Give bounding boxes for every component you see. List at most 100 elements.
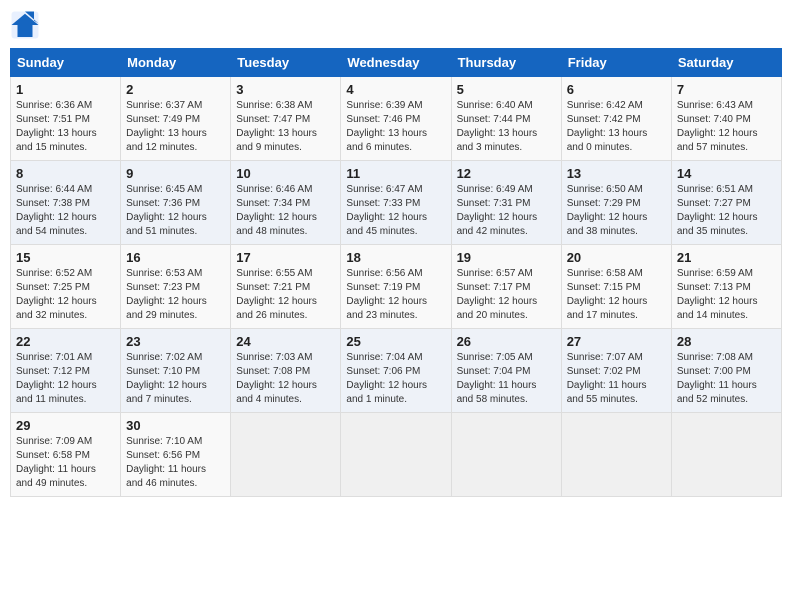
col-header-thursday: Thursday <box>451 49 561 77</box>
day-info: Sunrise: 6:45 AM Sunset: 7:36 PM Dayligh… <box>126 183 225 239</box>
day-number: 30 <box>126 418 225 433</box>
calendar-cell: 25 Sunrise: 7:04 AM Sunset: 7:06 PM Dayli… <box>341 329 451 413</box>
day-number: 14 <box>677 166 776 181</box>
calendar-cell: 5 Sunrise: 6:40 AM Sunset: 7:44 PM Daylig… <box>451 77 561 161</box>
day-number: 19 <box>457 250 556 265</box>
day-info: Sunrise: 6:37 AM Sunset: 7:49 PM Dayligh… <box>126 99 225 155</box>
calendar-cell: 17 Sunrise: 6:55 AM Sunset: 7:21 PM Dayli… <box>231 245 341 329</box>
calendar-cell: 18 Sunrise: 6:56 AM Sunset: 7:19 PM Dayli… <box>341 245 451 329</box>
day-number: 16 <box>126 250 225 265</box>
calendar-cell: 28 Sunrise: 7:08 AM Sunset: 7:00 PM Dayli… <box>671 329 781 413</box>
day-info: Sunrise: 7:02 AM Sunset: 7:10 PM Dayligh… <box>126 351 225 407</box>
day-number: 18 <box>346 250 445 265</box>
day-number: 1 <box>16 82 115 97</box>
day-number: 28 <box>677 334 776 349</box>
day-number: 12 <box>457 166 556 181</box>
calendar-cell: 22Sunrise: 7:01 AM Sunset: 7:12 PM Dayli… <box>11 329 121 413</box>
calendar-cell: 20 Sunrise: 6:58 AM Sunset: 7:15 PM Dayli… <box>561 245 671 329</box>
page-header <box>10 10 782 40</box>
calendar-cell: 24 Sunrise: 7:03 AM Sunset: 7:08 PM Dayli… <box>231 329 341 413</box>
calendar-cell: 8Sunrise: 6:44 AM Sunset: 7:38 PM Daylig… <box>11 161 121 245</box>
day-number: 17 <box>236 250 335 265</box>
day-info: Sunrise: 6:40 AM Sunset: 7:44 PM Dayligh… <box>457 99 556 155</box>
day-info: Sunrise: 6:36 AM Sunset: 7:51 PM Dayligh… <box>16 99 115 155</box>
day-info: Sunrise: 7:05 AM Sunset: 7:04 PM Dayligh… <box>457 351 556 407</box>
header-row: SundayMondayTuesdayWednesdayThursdayFrid… <box>11 49 782 77</box>
day-number: 5 <box>457 82 556 97</box>
calendar-cell: 10 Sunrise: 6:46 AM Sunset: 7:34 PM Dayli… <box>231 161 341 245</box>
day-number: 26 <box>457 334 556 349</box>
day-number: 10 <box>236 166 335 181</box>
calendar-cell <box>561 413 671 497</box>
calendar-cell <box>671 413 781 497</box>
calendar-cell <box>451 413 561 497</box>
day-number: 13 <box>567 166 666 181</box>
day-info: Sunrise: 6:49 AM Sunset: 7:31 PM Dayligh… <box>457 183 556 239</box>
day-info: Sunrise: 7:03 AM Sunset: 7:08 PM Dayligh… <box>236 351 335 407</box>
col-header-wednesday: Wednesday <box>341 49 451 77</box>
calendar-cell: 21Sunrise: 6:59 AM Sunset: 7:13 PM Dayli… <box>671 245 781 329</box>
calendar-cell: 19 Sunrise: 6:57 AM Sunset: 7:17 PM Dayli… <box>451 245 561 329</box>
calendar-cell: 9 Sunrise: 6:45 AM Sunset: 7:36 PM Daylig… <box>121 161 231 245</box>
calendar-cell: 26 Sunrise: 7:05 AM Sunset: 7:04 PM Dayli… <box>451 329 561 413</box>
day-info: Sunrise: 6:58 AM Sunset: 7:15 PM Dayligh… <box>567 267 666 323</box>
calendar-cell: 27 Sunrise: 7:07 AM Sunset: 7:02 PM Dayli… <box>561 329 671 413</box>
week-row-3: 15 Sunrise: 6:52 AM Sunset: 7:25 PM Dayli… <box>11 245 782 329</box>
calendar-cell: 2 Sunrise: 6:37 AM Sunset: 7:49 PM Daylig… <box>121 77 231 161</box>
day-info: Sunrise: 6:46 AM Sunset: 7:34 PM Dayligh… <box>236 183 335 239</box>
day-info: Sunrise: 7:07 AM Sunset: 7:02 PM Dayligh… <box>567 351 666 407</box>
day-info: Sunrise: 6:51 AM Sunset: 7:27 PM Dayligh… <box>677 183 776 239</box>
calendar-cell: 30Sunrise: 7:10 AM Sunset: 6:56 PM Dayli… <box>121 413 231 497</box>
day-info: Sunrise: 7:04 AM Sunset: 7:06 PM Dayligh… <box>346 351 445 407</box>
day-number: 8 <box>16 166 115 181</box>
day-info: Sunrise: 6:47 AM Sunset: 7:33 PM Dayligh… <box>346 183 445 239</box>
week-row-4: 22Sunrise: 7:01 AM Sunset: 7:12 PM Dayli… <box>11 329 782 413</box>
day-number: 24 <box>236 334 335 349</box>
calendar-cell: 12 Sunrise: 6:49 AM Sunset: 7:31 PM Dayli… <box>451 161 561 245</box>
calendar-cell: 13 Sunrise: 6:50 AM Sunset: 7:29 PM Dayli… <box>561 161 671 245</box>
day-info: Sunrise: 6:38 AM Sunset: 7:47 PM Dayligh… <box>236 99 335 155</box>
col-header-tuesday: Tuesday <box>231 49 341 77</box>
logo-icon <box>10 10 40 40</box>
calendar-cell: 4Sunrise: 6:39 AM Sunset: 7:46 PM Daylig… <box>341 77 451 161</box>
day-info: Sunrise: 6:55 AM Sunset: 7:21 PM Dayligh… <box>236 267 335 323</box>
calendar-cell: 14 Sunrise: 6:51 AM Sunset: 7:27 PM Dayli… <box>671 161 781 245</box>
day-number: 22 <box>16 334 115 349</box>
day-info: Sunrise: 6:59 AM Sunset: 7:13 PM Dayligh… <box>677 267 776 323</box>
day-info: Sunrise: 6:42 AM Sunset: 7:42 PM Dayligh… <box>567 99 666 155</box>
day-number: 25 <box>346 334 445 349</box>
calendar-cell: 23 Sunrise: 7:02 AM Sunset: 7:10 PM Dayli… <box>121 329 231 413</box>
week-row-5: 29 Sunrise: 7:09 AM Sunset: 6:58 PM Dayli… <box>11 413 782 497</box>
week-row-2: 8Sunrise: 6:44 AM Sunset: 7:38 PM Daylig… <box>11 161 782 245</box>
col-header-saturday: Saturday <box>671 49 781 77</box>
calendar-cell: 1 Sunrise: 6:36 AM Sunset: 7:51 PM Daylig… <box>11 77 121 161</box>
day-info: Sunrise: 6:56 AM Sunset: 7:19 PM Dayligh… <box>346 267 445 323</box>
day-info: Sunrise: 6:52 AM Sunset: 7:25 PM Dayligh… <box>16 267 115 323</box>
day-info: Sunrise: 6:50 AM Sunset: 7:29 PM Dayligh… <box>567 183 666 239</box>
day-number: 2 <box>126 82 225 97</box>
week-row-1: 1 Sunrise: 6:36 AM Sunset: 7:51 PM Daylig… <box>11 77 782 161</box>
day-number: 20 <box>567 250 666 265</box>
day-info: Sunrise: 6:57 AM Sunset: 7:17 PM Dayligh… <box>457 267 556 323</box>
calendar-table: SundayMondayTuesdayWednesdayThursdayFrid… <box>10 48 782 497</box>
calendar-cell: 7Sunrise: 6:43 AM Sunset: 7:40 PM Daylig… <box>671 77 781 161</box>
calendar-cell: 16Sunrise: 6:53 AM Sunset: 7:23 PM Dayli… <box>121 245 231 329</box>
day-number: 9 <box>126 166 225 181</box>
day-info: Sunrise: 7:09 AM Sunset: 6:58 PM Dayligh… <box>16 435 115 491</box>
calendar-cell: 29 Sunrise: 7:09 AM Sunset: 6:58 PM Dayli… <box>11 413 121 497</box>
day-info: Sunrise: 6:43 AM Sunset: 7:40 PM Dayligh… <box>677 99 776 155</box>
col-header-friday: Friday <box>561 49 671 77</box>
col-header-monday: Monday <box>121 49 231 77</box>
day-number: 29 <box>16 418 115 433</box>
day-number: 23 <box>126 334 225 349</box>
logo <box>10 10 44 40</box>
day-number: 15 <box>16 250 115 265</box>
calendar-cell: 15 Sunrise: 6:52 AM Sunset: 7:25 PM Dayli… <box>11 245 121 329</box>
day-number: 11 <box>346 166 445 181</box>
day-info: Sunrise: 7:08 AM Sunset: 7:00 PM Dayligh… <box>677 351 776 407</box>
day-number: 27 <box>567 334 666 349</box>
day-number: 3 <box>236 82 335 97</box>
calendar-cell <box>341 413 451 497</box>
calendar-cell: 6Sunrise: 6:42 AM Sunset: 7:42 PM Daylig… <box>561 77 671 161</box>
day-info: Sunrise: 6:39 AM Sunset: 7:46 PM Dayligh… <box>346 99 445 155</box>
